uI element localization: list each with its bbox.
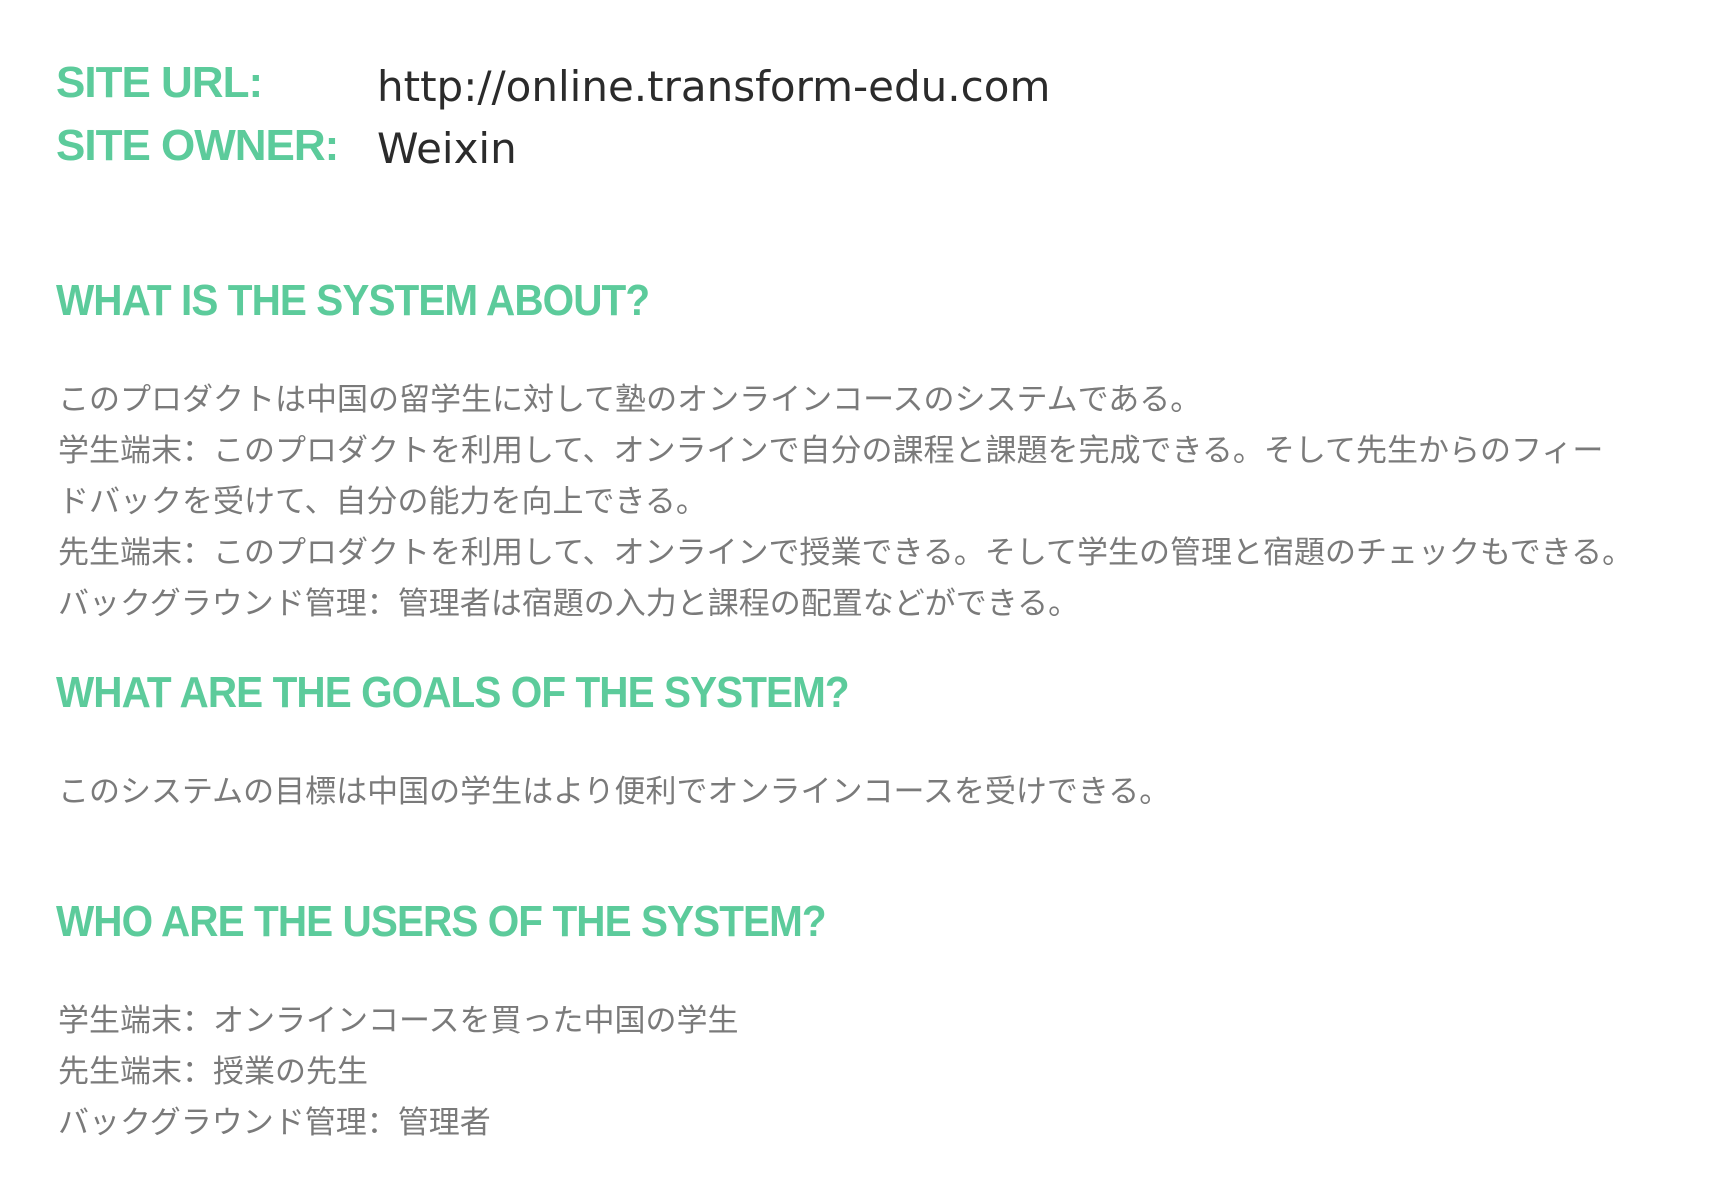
body-line: 学生端末：オンラインコースを買った中国の学生 bbox=[58, 1003, 739, 1039]
body-line: バックグラウンド管理：管理者は宿題の入力と課程の配置などができる。 bbox=[58, 586, 1080, 622]
section-body-users: 学生端末：オンラインコースを買った中国の学生 先生端末：授業の先生 バックグラウ… bbox=[58, 996, 1668, 1149]
body-line: このプロダクトは中国の留学生に対して塾のオンラインコースのシステムである。 bbox=[58, 382, 1202, 418]
site-url-label: SITE URL: bbox=[56, 58, 263, 107]
body-line: 学生端末：このプロダクトを利用して、オンラインで自分の課程と課題を完成できる。そ… bbox=[58, 433, 1604, 469]
body-line: ドバックを受けて、自分の能力を向上できる。 bbox=[58, 484, 707, 520]
section-heading-about: WHAT IS THE SYSTEM ABOUT? bbox=[56, 276, 650, 325]
site-owner-label: SITE OWNER: bbox=[56, 121, 339, 170]
body-line: このシステムの目標は中国の学生はより便利でオンラインコースを受けできる。 bbox=[58, 774, 1171, 810]
site-owner-value: Weixin bbox=[377, 124, 517, 173]
body-line: 先生端末：授業の先生 bbox=[58, 1054, 368, 1090]
section-heading-goals: WHAT ARE THE GOALS OF THE SYSTEM? bbox=[56, 668, 850, 717]
site-url-value: http://online.transform-edu.com bbox=[377, 62, 1051, 111]
body-line: 先生端末：このプロダクトを利用して、オンラインで授業できる。そして学生の管理と宿… bbox=[58, 535, 1634, 571]
section-body-goals: このシステムの目標は中国の学生はより便利でオンラインコースを受けできる。 bbox=[58, 767, 1668, 818]
section-body-about: このプロダクトは中国の留学生に対して塾のオンラインコースのシステムである。 学生… bbox=[58, 375, 1668, 630]
section-heading-users: WHO ARE THE USERS OF THE SYSTEM? bbox=[56, 897, 827, 946]
body-line: バックグラウンド管理：管理者 bbox=[58, 1105, 491, 1141]
